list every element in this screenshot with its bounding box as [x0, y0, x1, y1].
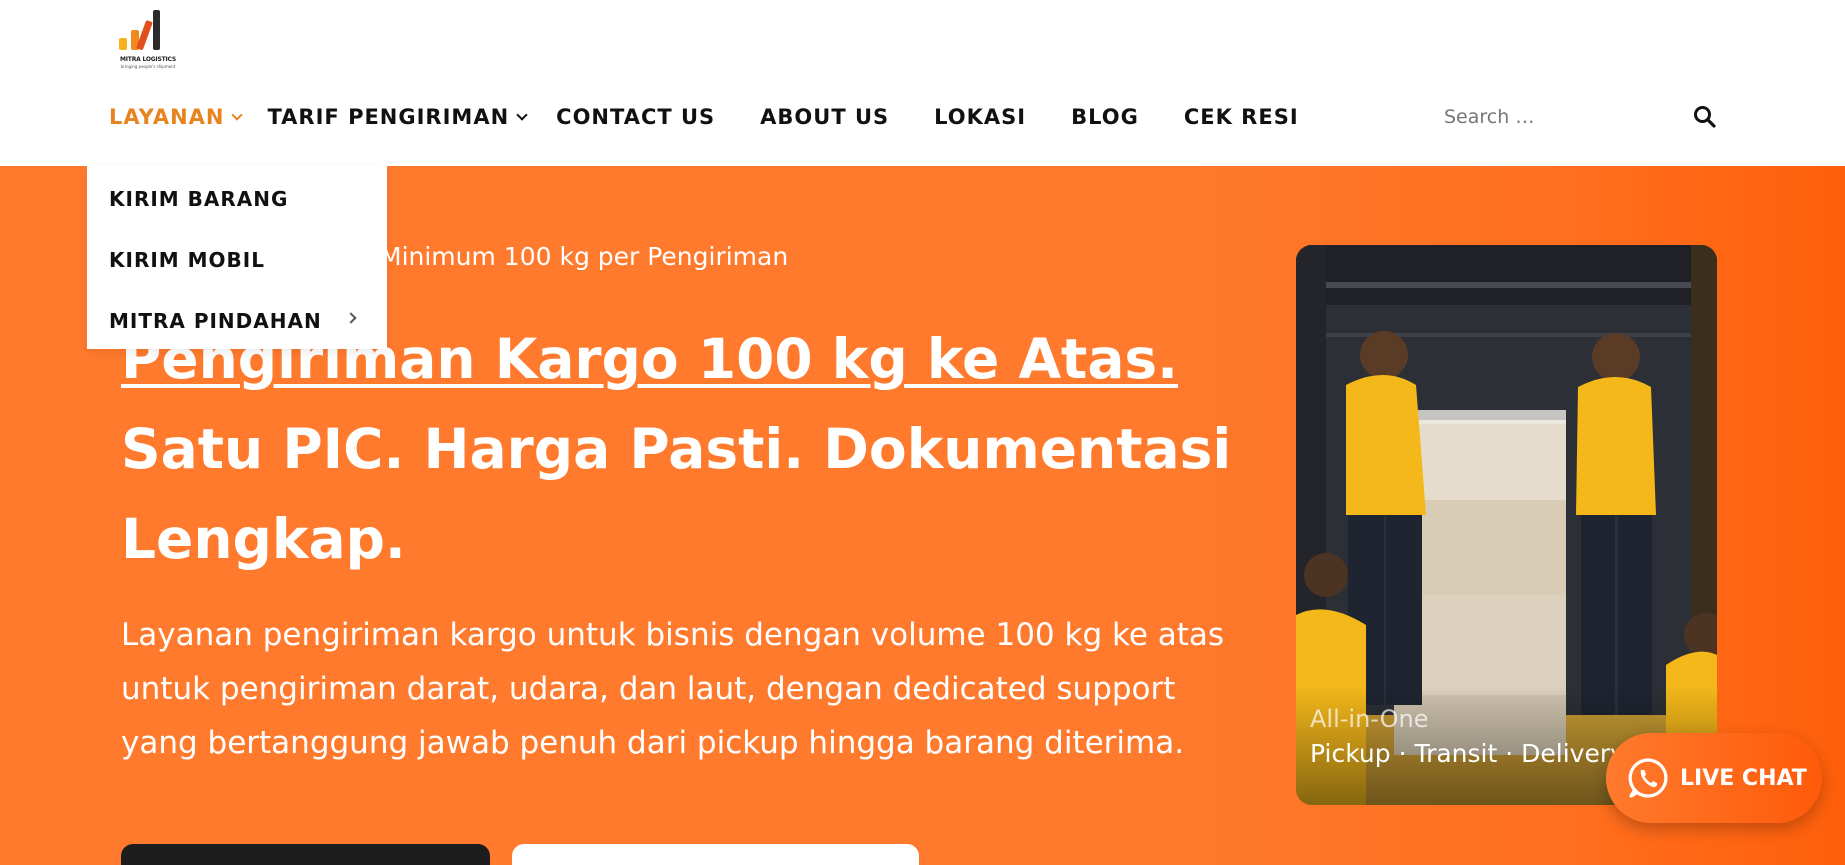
- hero-photo: All-in-One Pickup · Transit · Delivery: [1296, 245, 1717, 805]
- chevron-right-icon: [345, 312, 357, 324]
- chevron-down-icon: [516, 109, 528, 121]
- photo-caption-small: All-in-One: [1310, 705, 1429, 733]
- nav-label: BLOG: [1071, 105, 1139, 129]
- hero-headline: Pengiriman Kargo 100 kg ke Atas. Satu PI…: [121, 314, 1251, 584]
- description-line: Layanan pengiriman kargo untuk bisnis de…: [121, 617, 1225, 653]
- site-header: MITRA LOGISTICS bringing people's shipme…: [0, 0, 1845, 166]
- nav-label: TARIF PENGIRIMAN: [267, 105, 510, 129]
- search-form: [1444, 100, 1724, 134]
- nav-label: ABOUT US: [760, 105, 890, 129]
- nav-item-blog[interactable]: BLOG: [1071, 105, 1139, 129]
- photo-caption: Pickup · Transit · Delivery: [1310, 739, 1625, 768]
- live-chat-button[interactable]: LIVE CHAT: [1606, 733, 1822, 823]
- nav-label: CEK RESI: [1183, 105, 1299, 129]
- dropdown-item-kirim-barang[interactable]: KIRIM BARANG: [109, 187, 288, 211]
- headline-line: Satu PIC. Harga Pasti. Dokumentasi: [121, 417, 1232, 481]
- nav-item-lokasi[interactable]: LOKASI: [934, 105, 1026, 129]
- whatsapp-icon: [1628, 758, 1668, 798]
- nav-label: LAYANAN: [109, 105, 225, 129]
- nav-label: CONTACT US: [556, 105, 716, 129]
- dropdown-item-mitra-pindahan[interactable]: MITRA PINDAHAN: [109, 309, 322, 333]
- hero-description: Layanan pengiriman kargo untuk bisnis de…: [121, 608, 1251, 770]
- logo-wordmark: MITRA LOGISTICS: [120, 56, 176, 63]
- description-line: untuk pengiriman darat, udara, dan laut,…: [121, 671, 1176, 707]
- nav-item-contact-us[interactable]: CONTACT US: [556, 105, 715, 129]
- search-input[interactable]: [1444, 100, 1684, 134]
- nav-item-layanan[interactable]: LAYANAN: [109, 105, 244, 129]
- nav-item-cek-resi[interactable]: CEK RESI: [1184, 105, 1299, 129]
- primary-cta-button[interactable]: [121, 844, 490, 865]
- logo-mark-icon: [119, 10, 160, 50]
- dropdown-item-kirim-mobil[interactable]: KIRIM MOBIL: [109, 248, 265, 272]
- headline-line: Lengkap.: [121, 507, 406, 571]
- hero-eyebrow: Minimum 100 kg per Pengiriman: [380, 242, 789, 271]
- search-icon[interactable]: [1692, 104, 1718, 130]
- chevron-down-icon: [231, 109, 244, 121]
- nav-label: LOKASI: [934, 105, 1027, 129]
- nav-item-about-us[interactable]: ABOUT US: [760, 105, 889, 129]
- nav-item-tarif-pengiriman[interactable]: TARIF PENGIRIMAN: [267, 105, 528, 129]
- main-nav: LAYANAN TARIF PENGIRIMAN CONTACT US ABOU…: [109, 102, 1299, 132]
- logo-tagline: bringing people's shipment: [120, 64, 176, 69]
- site-logo[interactable]: MITRA LOGISTICS bringing people's shipme…: [113, 8, 183, 70]
- layanan-dropdown-menu: KIRIM BARANG KIRIM MOBIL MITRA PINDAHAN: [87, 166, 387, 349]
- live-chat-label: LIVE CHAT: [1680, 765, 1807, 791]
- description-line: yang bertanggung jawab penuh dari pickup…: [121, 725, 1185, 761]
- secondary-cta-button[interactable]: [512, 844, 919, 865]
